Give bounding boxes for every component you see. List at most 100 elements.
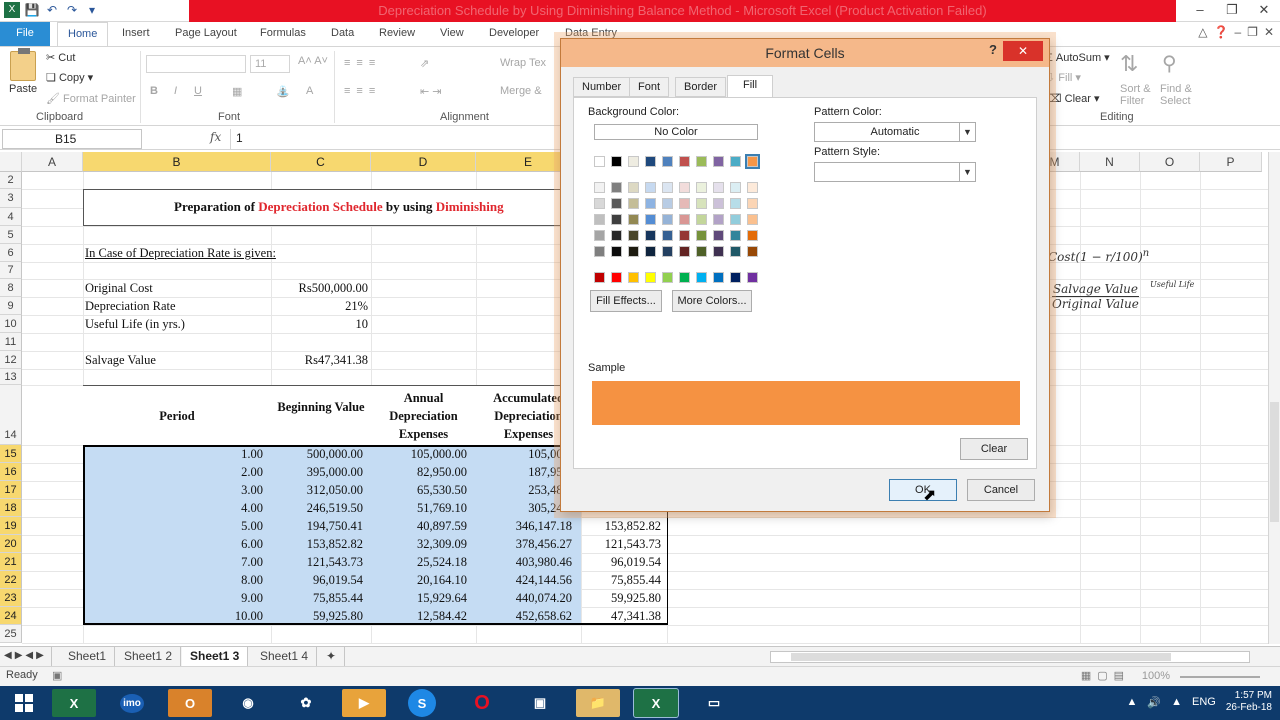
sheet-tab-sheet1[interactable]: Sheet1 bbox=[60, 647, 116, 666]
column-header-n[interactable]: N bbox=[1080, 152, 1140, 172]
color-swatch[interactable] bbox=[696, 214, 707, 225]
table-cell[interactable]: 75,855.44 bbox=[581, 571, 661, 589]
color-swatch[interactable] bbox=[730, 156, 741, 167]
color-swatch[interactable] bbox=[747, 246, 758, 257]
color-swatch[interactable] bbox=[594, 214, 605, 225]
row-header[interactable]: 12 bbox=[0, 351, 22, 369]
outlook-icon[interactable]: O bbox=[168, 689, 212, 717]
tab-file[interactable]: File bbox=[0, 22, 50, 46]
color-swatch[interactable] bbox=[645, 198, 656, 209]
horizontal-scrollbar[interactable] bbox=[770, 651, 1250, 663]
table-cell[interactable]: 3.00 bbox=[83, 481, 263, 499]
table-cell[interactable]: 2.00 bbox=[83, 463, 263, 481]
table-cell[interactable]: 6.00 bbox=[83, 535, 263, 553]
color-swatch[interactable] bbox=[747, 230, 758, 241]
color-swatch[interactable] bbox=[730, 230, 741, 241]
table-cell[interactable]: 96,019.54 bbox=[271, 571, 363, 589]
row-header[interactable]: 24 bbox=[0, 607, 22, 625]
clear-fill-button[interactable]: Clear bbox=[960, 438, 1028, 460]
borders-icon[interactable]: ▦ bbox=[232, 85, 242, 98]
row-header[interactable]: 10 bbox=[0, 315, 22, 333]
table-cell[interactable]: 7.00 bbox=[83, 553, 263, 571]
table-cell[interactable]: 312,050.00 bbox=[271, 481, 363, 499]
wrap-text-button[interactable]: Wrap Tex bbox=[500, 57, 546, 69]
restore-icon[interactable]: ❐ bbox=[1216, 0, 1248, 22]
column-header-d[interactable]: D bbox=[371, 152, 476, 172]
language-indicator[interactable]: ENG bbox=[1192, 696, 1216, 708]
row-header[interactable]: 8 bbox=[0, 279, 22, 297]
tab-formulas[interactable]: Formulas bbox=[250, 22, 316, 46]
indent-icons[interactable]: ⇤ ⇥ bbox=[420, 85, 442, 98]
table-cell[interactable]: 15,929.64 bbox=[371, 589, 467, 607]
color-swatch[interactable] bbox=[679, 182, 690, 193]
color-swatch[interactable] bbox=[679, 230, 690, 241]
view-buttons-icon[interactable]: ▦▢▤ bbox=[1081, 669, 1130, 682]
select-all-corner[interactable] bbox=[0, 152, 22, 172]
color-swatch[interactable] bbox=[611, 230, 622, 241]
new-sheet-icon[interactable]: ✦ bbox=[318, 647, 346, 666]
row-header[interactable]: 23 bbox=[0, 589, 22, 607]
clear-button[interactable]: ⌫ Clear ▾ bbox=[1046, 92, 1100, 105]
undo-icon[interactable]: ↶ bbox=[44, 2, 60, 18]
skype-icon[interactable]: S bbox=[408, 689, 436, 717]
color-swatch[interactable] bbox=[730, 214, 741, 225]
table-cell[interactable]: 65,530.50 bbox=[371, 481, 467, 499]
color-swatch[interactable] bbox=[730, 246, 741, 257]
sort-filter-button[interactable]: Sort & Filter bbox=[1120, 83, 1160, 107]
autosum-button[interactable]: Σ AutoSum ▾ bbox=[1046, 51, 1110, 64]
color-swatch[interactable] bbox=[747, 198, 758, 209]
color-swatch[interactable] bbox=[645, 246, 656, 257]
row-header[interactable]: 9 bbox=[0, 297, 22, 315]
table-cell[interactable]: 452,658.62 bbox=[476, 607, 572, 625]
table-cell[interactable]: 96,019.54 bbox=[581, 553, 661, 571]
table-cell[interactable]: 59,925.80 bbox=[581, 589, 661, 607]
close-window-icon[interactable]: ✕ bbox=[1248, 0, 1280, 22]
font-name-box[interactable] bbox=[146, 55, 246, 73]
color-swatch[interactable] bbox=[679, 272, 690, 283]
row-header[interactable]: 15 bbox=[0, 445, 22, 463]
pattern-style-select[interactable]: ▼ bbox=[814, 162, 976, 182]
table-cell[interactable]: 346,147.18 bbox=[476, 517, 572, 535]
media-icon[interactable]: ◉ bbox=[226, 689, 270, 717]
redo-icon[interactable]: ↷ bbox=[64, 2, 80, 18]
table-cell[interactable]: 1.00 bbox=[83, 445, 263, 463]
table-cell[interactable]: 305,249. bbox=[476, 499, 572, 517]
customize-qat-icon[interactable]: ▾ bbox=[84, 2, 100, 18]
color-swatch[interactable] bbox=[730, 198, 741, 209]
help-icon[interactable]: ❓ bbox=[1214, 25, 1229, 39]
table-cell[interactable]: 105,000. bbox=[476, 445, 572, 463]
color-swatch[interactable] bbox=[611, 214, 622, 225]
color-swatch[interactable] bbox=[662, 182, 673, 193]
sheet-tab-sheet1-3[interactable]: Sheet1 3 bbox=[182, 647, 249, 666]
color-swatch[interactable] bbox=[696, 156, 707, 167]
table-cell[interactable]: 20,164.10 bbox=[371, 571, 467, 589]
table-cell[interactable]: 121,543.73 bbox=[581, 535, 661, 553]
table-cell[interactable]: 500,000.00 bbox=[271, 445, 363, 463]
color-swatch[interactable] bbox=[645, 230, 656, 241]
color-swatch[interactable] bbox=[713, 156, 724, 167]
color-swatch[interactable] bbox=[696, 230, 707, 241]
firefox-icon[interactable]: ✿ bbox=[284, 689, 328, 717]
color-swatch[interactable] bbox=[645, 272, 656, 283]
color-swatch[interactable] bbox=[745, 154, 760, 169]
column-header-a[interactable]: A bbox=[22, 152, 83, 172]
color-swatch[interactable] bbox=[713, 246, 724, 257]
table-cell[interactable]: 59,925.80 bbox=[271, 607, 363, 625]
color-swatch[interactable] bbox=[594, 230, 605, 241]
minimize-icon[interactable]: – bbox=[1184, 0, 1216, 22]
color-swatch[interactable] bbox=[713, 230, 724, 241]
table-cell[interactable]: 194,750.41 bbox=[271, 517, 363, 535]
row-header[interactable]: 11 bbox=[0, 333, 22, 351]
table-cell[interactable]: 47,341.38 bbox=[581, 607, 661, 625]
color-swatch[interactable] bbox=[628, 182, 639, 193]
table-cell[interactable]: 25,524.18 bbox=[371, 553, 467, 571]
table-cell[interactable]: 12,584.42 bbox=[371, 607, 467, 625]
color-swatch[interactable] bbox=[747, 214, 758, 225]
table-cell[interactable]: 378,456.27 bbox=[476, 535, 572, 553]
table-cell[interactable]: 403,980.46 bbox=[476, 553, 572, 571]
orientation-icon[interactable]: ⇗ bbox=[420, 57, 429, 70]
table-cell[interactable]: 32,309.09 bbox=[371, 535, 467, 553]
dialog-tab-fill[interactable]: Fill bbox=[727, 75, 773, 98]
minimize-ribbon-icon[interactable]: △ bbox=[1198, 25, 1207, 39]
table-cell[interactable]: 253,480. bbox=[476, 481, 572, 499]
